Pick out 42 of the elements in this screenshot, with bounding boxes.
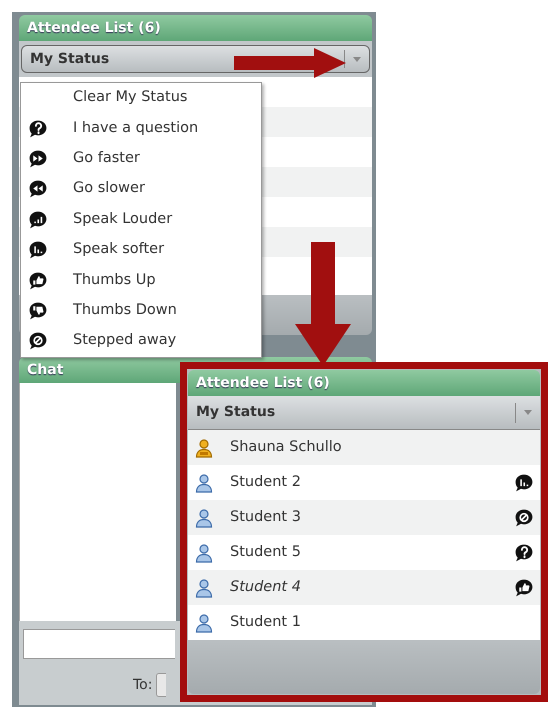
status-menu-item[interactable]: Clear My Status: [21, 83, 261, 114]
thumbs-up-bubble-icon: [28, 270, 48, 291]
attendee-row[interactable]: Student 1: [188, 605, 540, 640]
to-label: To:: [133, 676, 152, 694]
question-bubble-icon: [514, 542, 534, 562]
rewind-bubble-icon: [28, 179, 48, 200]
status-menu-item[interactable]: I have a question: [21, 113, 261, 144]
attendee-row[interactable]: Student 4: [188, 570, 540, 605]
presenter-icon: [194, 438, 214, 458]
no-sign-bubble-icon: [28, 331, 48, 352]
status-menu-item[interactable]: Speak softer: [21, 234, 261, 266]
question-bubble-icon: [28, 118, 48, 139]
volume-down-bubble-icon: [514, 472, 534, 492]
attendee-row[interactable]: Student 5: [188, 535, 540, 570]
fast-forward-bubble-icon: [28, 148, 48, 169]
attendee-row[interactable]: Student 2: [188, 465, 540, 500]
status-menu-item[interactable]: Go faster: [21, 144, 261, 174]
person-icon: [194, 542, 214, 562]
volume-up-bubble-icon: [28, 210, 48, 230]
attendee-row[interactable]: Shauna Schullo: [188, 430, 540, 465]
person-icon: [194, 612, 214, 632]
panel-title: Attendee List (6): [196, 374, 330, 392]
person-icon: [194, 472, 214, 492]
status-menu-item[interactable]: Speak Louder: [21, 204, 261, 235]
status-menu-item[interactable]: Thumbs Down: [21, 296, 261, 326]
panel-title: Attendee List (6): [27, 18, 161, 38]
thumbs-up-bubble-icon: [514, 578, 534, 598]
thumbs-down-bubble-icon: [28, 300, 48, 321]
person-icon: [194, 508, 214, 528]
status-menu-item[interactable]: Go slower: [21, 174, 261, 205]
person-icon: [194, 578, 214, 598]
status-label: My Status: [196, 403, 276, 422]
status-menu-item[interactable]: Thumbs Up: [21, 265, 261, 296]
recipient-select[interactable]: [156, 673, 166, 697]
caret-icon[interactable]: [524, 410, 532, 415]
panel-title: Chat: [27, 360, 64, 380]
attendee-row[interactable]: Student 3: [188, 500, 540, 535]
status-menu-item[interactable]: Stepped away: [21, 326, 261, 357]
no-sign-bubble-icon: [514, 508, 534, 528]
chat-input-field[interactable]: [23, 629, 175, 659]
caret-icon: [353, 56, 361, 62]
volume-down-bubble-icon: [28, 240, 48, 260]
